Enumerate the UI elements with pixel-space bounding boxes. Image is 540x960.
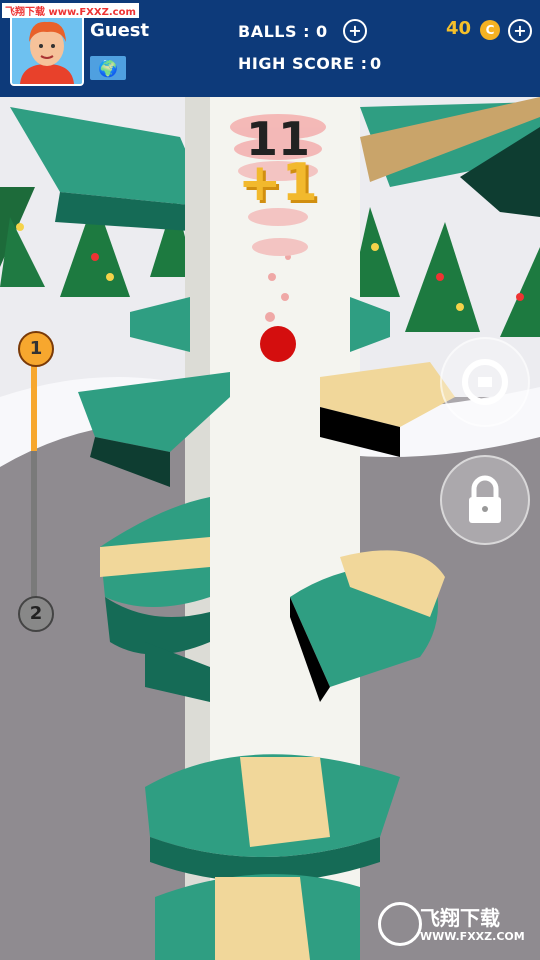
globe-icon[interactable]: 🌍 [90, 56, 126, 80]
game-scene[interactable]: 11 +1 1 2 [0, 97, 540, 960]
high-score-value: 0 [370, 54, 382, 73]
avatar-icon[interactable] [10, 8, 84, 86]
next-level-badge: 2 [18, 596, 54, 632]
ball [260, 326, 296, 362]
bonus-popup: +1 [238, 153, 318, 213]
level-progress-fill [31, 365, 37, 451]
watermark-logo-icon [378, 902, 422, 946]
current-level-badge: 1 [18, 331, 54, 367]
settings-button[interactable] [440, 337, 530, 427]
watermark-title: 飞翔下载 [420, 906, 500, 930]
watermark-url: WWW.FXXZ.COM [420, 930, 525, 943]
add-coins-button[interactable]: + [508, 19, 532, 43]
add-balls-button[interactable]: + [343, 19, 367, 43]
balls-counter: BALLS : 0 [238, 22, 328, 41]
high-score-label: HIGH SCORE : [238, 54, 368, 73]
settings-icon [462, 359, 508, 405]
lock-icon [469, 475, 501, 523]
player-name: Guest [90, 20, 150, 41]
coin-count: 40 [446, 18, 472, 39]
lock-button[interactable] [440, 455, 530, 545]
watermark-bottom: 飞翔下载 WWW.FXXZ.COM [376, 900, 526, 948]
watermark-top: 飞翔下载 www.FXXZ.com [2, 3, 139, 18]
coin-icon: C [480, 20, 500, 40]
